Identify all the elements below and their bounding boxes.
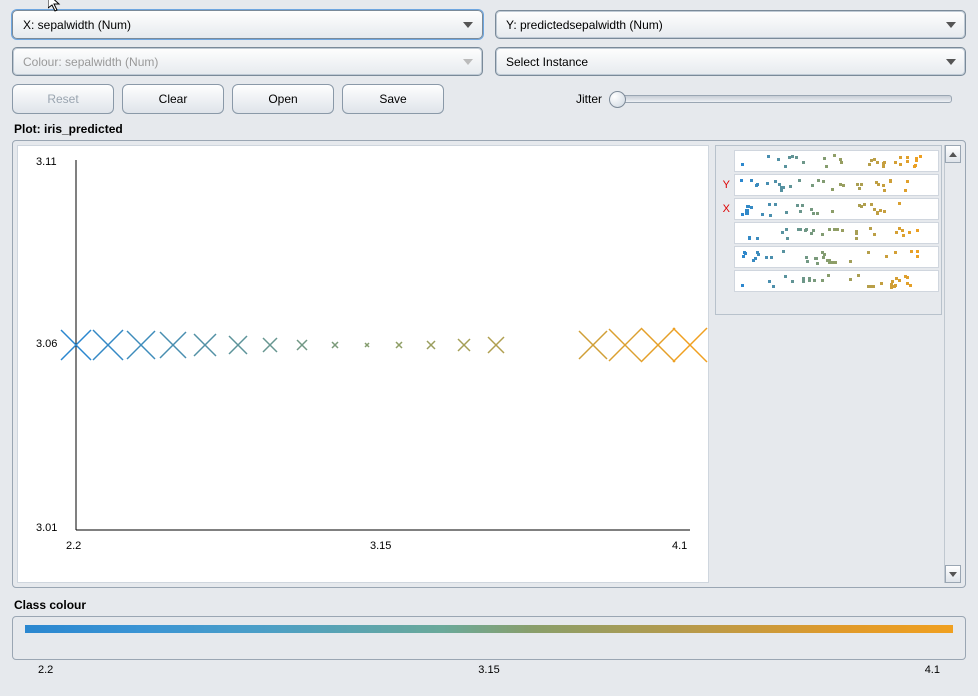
cursor-icon [48, 0, 64, 15]
save-button[interactable]: Save [342, 84, 444, 114]
mini-strip[interactable] [734, 246, 939, 268]
y-tick-max: 3.11 [36, 156, 57, 168]
mini-strip[interactable] [734, 270, 939, 292]
open-button[interactable]: Open [232, 84, 334, 114]
mini-strip[interactable] [734, 174, 939, 196]
mini-strip[interactable] [734, 222, 939, 244]
data-point[interactable] [194, 334, 216, 356]
instance-dropdown[interactable]: Select Instance [495, 47, 966, 76]
mini-scrollbar[interactable] [944, 145, 961, 583]
plot-title: Plot: iris_predicted [14, 122, 978, 136]
instance-value: Select Instance [506, 55, 588, 69]
colour-dropdown[interactable]: Colour: sepalwidth (Num) [12, 47, 483, 76]
data-point[interactable] [160, 332, 186, 358]
chevron-down-icon [460, 17, 476, 33]
colour-value: Colour: sepalwidth (Num) [23, 55, 158, 69]
colour-gradient [25, 625, 953, 633]
reset-button[interactable]: Reset [12, 84, 114, 114]
x-tick-mid: 3.15 [370, 540, 391, 552]
class-colour-bar [12, 616, 966, 660]
class-colour-label: Class colour [14, 598, 966, 612]
chevron-down-icon [943, 17, 959, 33]
mini-x-label: X [718, 203, 730, 215]
data-point[interactable] [609, 329, 641, 361]
data-point[interactable] [93, 330, 123, 360]
jitter-label: Jitter [576, 92, 602, 106]
chevron-down-icon [943, 54, 959, 70]
plot-axes [18, 146, 708, 582]
data-point[interactable] [641, 328, 675, 362]
mini-y-label: Y [718, 179, 730, 191]
data-point[interactable] [229, 336, 247, 354]
colour-scale-mid: 3.15 [478, 664, 499, 676]
data-point[interactable] [488, 337, 504, 353]
x-tick-min: 2.2 [66, 540, 81, 552]
x-axis-value: X: sepalwidth (Num) [23, 18, 131, 32]
x-tick-max: 4.1 [672, 540, 687, 552]
colour-scale-max: 4.1 [925, 664, 940, 676]
data-point[interactable] [427, 341, 435, 349]
scroll-down-icon[interactable] [945, 565, 961, 583]
scatter-plot[interactable]: 3.11 3.06 3.01 2.2 3.15 4.1 [17, 145, 709, 583]
y-axis-value: Y: predictedsepalwidth (Num) [506, 18, 663, 32]
y-tick-min: 3.01 [36, 522, 57, 534]
y-axis-dropdown[interactable]: Y: predictedsepalwidth (Num) [495, 10, 966, 39]
scroll-up-icon[interactable] [945, 145, 961, 163]
data-point[interactable] [297, 340, 307, 350]
data-point[interactable] [365, 343, 369, 347]
data-point[interactable] [458, 339, 470, 351]
colour-scale-min: 2.2 [38, 664, 53, 676]
plot-panel: 3.11 3.06 3.01 2.2 3.15 4.1 Y X [12, 140, 966, 588]
jitter-thumb[interactable] [609, 91, 626, 108]
chevron-down-icon [460, 54, 476, 70]
attribute-matrix[interactable]: Y X [715, 145, 942, 315]
data-point[interactable] [263, 338, 277, 352]
data-point[interactable] [332, 342, 338, 348]
data-point[interactable] [127, 331, 155, 359]
x-axis-dropdown[interactable]: X: sepalwidth (Num) [12, 10, 483, 39]
mini-strip[interactable] [734, 150, 939, 172]
mini-strip[interactable] [734, 198, 939, 220]
y-tick-mid: 3.06 [36, 338, 57, 350]
jitter-slider[interactable] [610, 95, 952, 103]
data-point[interactable] [396, 342, 402, 348]
data-point[interactable] [673, 328, 707, 362]
clear-button[interactable]: Clear [122, 84, 224, 114]
data-point[interactable] [579, 331, 607, 359]
data-point[interactable] [61, 330, 91, 360]
